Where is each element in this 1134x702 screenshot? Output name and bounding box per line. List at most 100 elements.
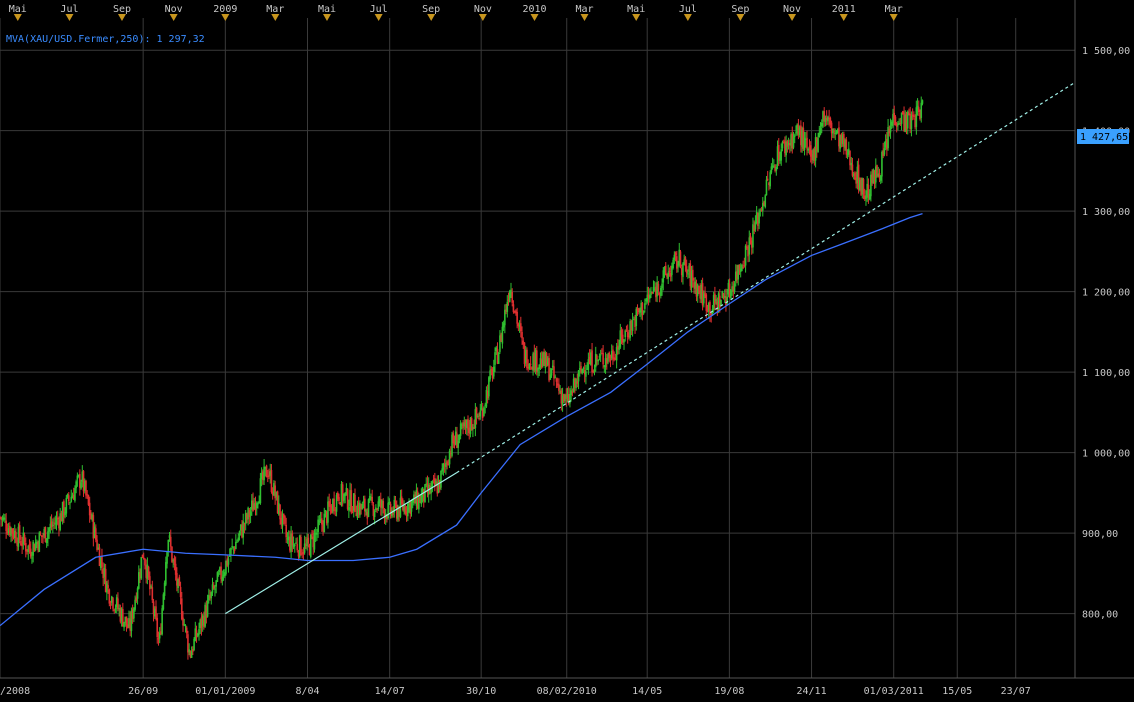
candle-body — [446, 461, 448, 465]
y-tick-label: 800,00 — [1082, 610, 1118, 621]
period-marker — [221, 14, 230, 21]
candle-body — [596, 355, 598, 360]
bottom-tick-label: 23/07 — [1001, 686, 1031, 697]
candle-body — [631, 320, 634, 331]
candle-body — [664, 265, 667, 275]
candle-body — [765, 179, 768, 196]
candle-body — [198, 629, 200, 635]
candle-body — [371, 496, 373, 503]
current-price-text: 1 427,65 — [1080, 132, 1128, 143]
candle-body — [758, 212, 760, 224]
candle-body — [457, 440, 459, 448]
candle-body — [65, 497, 68, 514]
candle-body — [285, 524, 288, 538]
candle-body — [749, 235, 752, 241]
candle-body — [913, 115, 915, 118]
bottom-tick-label: 01/01/2009 — [195, 686, 255, 697]
candle-body — [705, 294, 708, 311]
candle-body — [581, 369, 584, 374]
candle-body — [231, 545, 233, 547]
candle-body — [851, 164, 854, 176]
grid — [0, 0, 1134, 679]
bottom-tick-label: 24/11 — [796, 686, 826, 697]
candle-body — [348, 507, 350, 511]
candle-body — [67, 495, 70, 501]
period-marker — [13, 14, 22, 21]
candle-body — [56, 517, 59, 520]
candle-body — [69, 502, 71, 504]
candle-body — [807, 148, 810, 151]
candle-body — [497, 352, 500, 364]
trendline-dashed — [456, 81, 1076, 474]
candle-body — [687, 273, 689, 275]
candle-body — [279, 504, 281, 520]
candle-body — [39, 534, 42, 536]
candle-body — [228, 555, 231, 557]
y-tick-label: 900,00 — [1082, 529, 1118, 540]
top-tick-label: Sep — [731, 4, 749, 15]
candle-body — [140, 557, 143, 579]
bottom-tick-label: 08/02/2010 — [537, 686, 597, 697]
candle-body — [142, 557, 145, 559]
top-tick-label: Jul — [370, 4, 388, 15]
bottom-tick-label: 01/03/2011 — [864, 686, 924, 697]
candle-body — [512, 304, 515, 312]
candle-body — [730, 290, 732, 299]
top-tick-label: Mai — [9, 4, 27, 15]
candle-body — [31, 557, 33, 559]
candle-body — [236, 541, 238, 543]
candle-body — [270, 470, 273, 492]
candle-body — [477, 415, 479, 417]
trendline — [225, 81, 1076, 615]
candle-body — [644, 303, 646, 309]
candle-body — [609, 358, 612, 361]
top-tick-label: Mar — [575, 4, 593, 15]
candle-body — [190, 651, 193, 658]
candle-body — [5, 520, 7, 531]
candle-body — [780, 149, 783, 161]
candle-body — [206, 600, 209, 617]
candle-body — [296, 544, 299, 551]
period-marker — [374, 14, 383, 21]
candle-body — [214, 588, 216, 590]
candle-body — [608, 352, 611, 359]
candle-body — [323, 513, 326, 533]
candle-body — [109, 604, 112, 606]
candle-body — [648, 295, 651, 299]
candle-body — [501, 326, 504, 344]
candle-body — [488, 377, 490, 397]
candle-body — [508, 290, 511, 303]
candle-body — [585, 371, 587, 377]
candle-body — [74, 488, 76, 501]
candle-body — [651, 291, 654, 294]
top-tick-label: Nov — [783, 4, 801, 15]
candle-body — [921, 100, 924, 104]
candle-body — [166, 551, 168, 564]
current-price-label: 1 427,65 — [1077, 129, 1129, 144]
candle-body — [492, 366, 495, 377]
candle-body — [80, 482, 82, 489]
candle-body — [431, 481, 434, 487]
bottom-tick-label: 30/10 — [466, 686, 496, 697]
moving-average-line — [0, 212, 923, 627]
y-tick-label: 1 200,00 — [1082, 288, 1130, 299]
candle-body — [29, 548, 32, 557]
candle-body — [373, 511, 376, 518]
gold-price-chart: Mai Jul Sep Nov 2009 Mar Mai Jul Sep Nov 2010 Mar Ma… — [0, 0, 1134, 697]
period-marker — [169, 14, 178, 21]
candle-body — [777, 144, 780, 161]
candle-body — [715, 299, 717, 302]
candle-body — [165, 562, 167, 585]
period-marker — [530, 14, 539, 21]
candle-body — [883, 148, 886, 155]
bottom-tick-label: 14/05 — [632, 686, 662, 697]
candle-body — [591, 350, 593, 373]
bottom-tick-label: 8/04 — [295, 686, 319, 697]
period-marker — [117, 14, 126, 21]
candle-body — [210, 592, 213, 599]
candle-body — [300, 536, 302, 556]
candle-body — [862, 179, 865, 195]
candle-body — [698, 285, 700, 291]
candle-body — [920, 102, 923, 118]
candle-body — [237, 537, 240, 541]
